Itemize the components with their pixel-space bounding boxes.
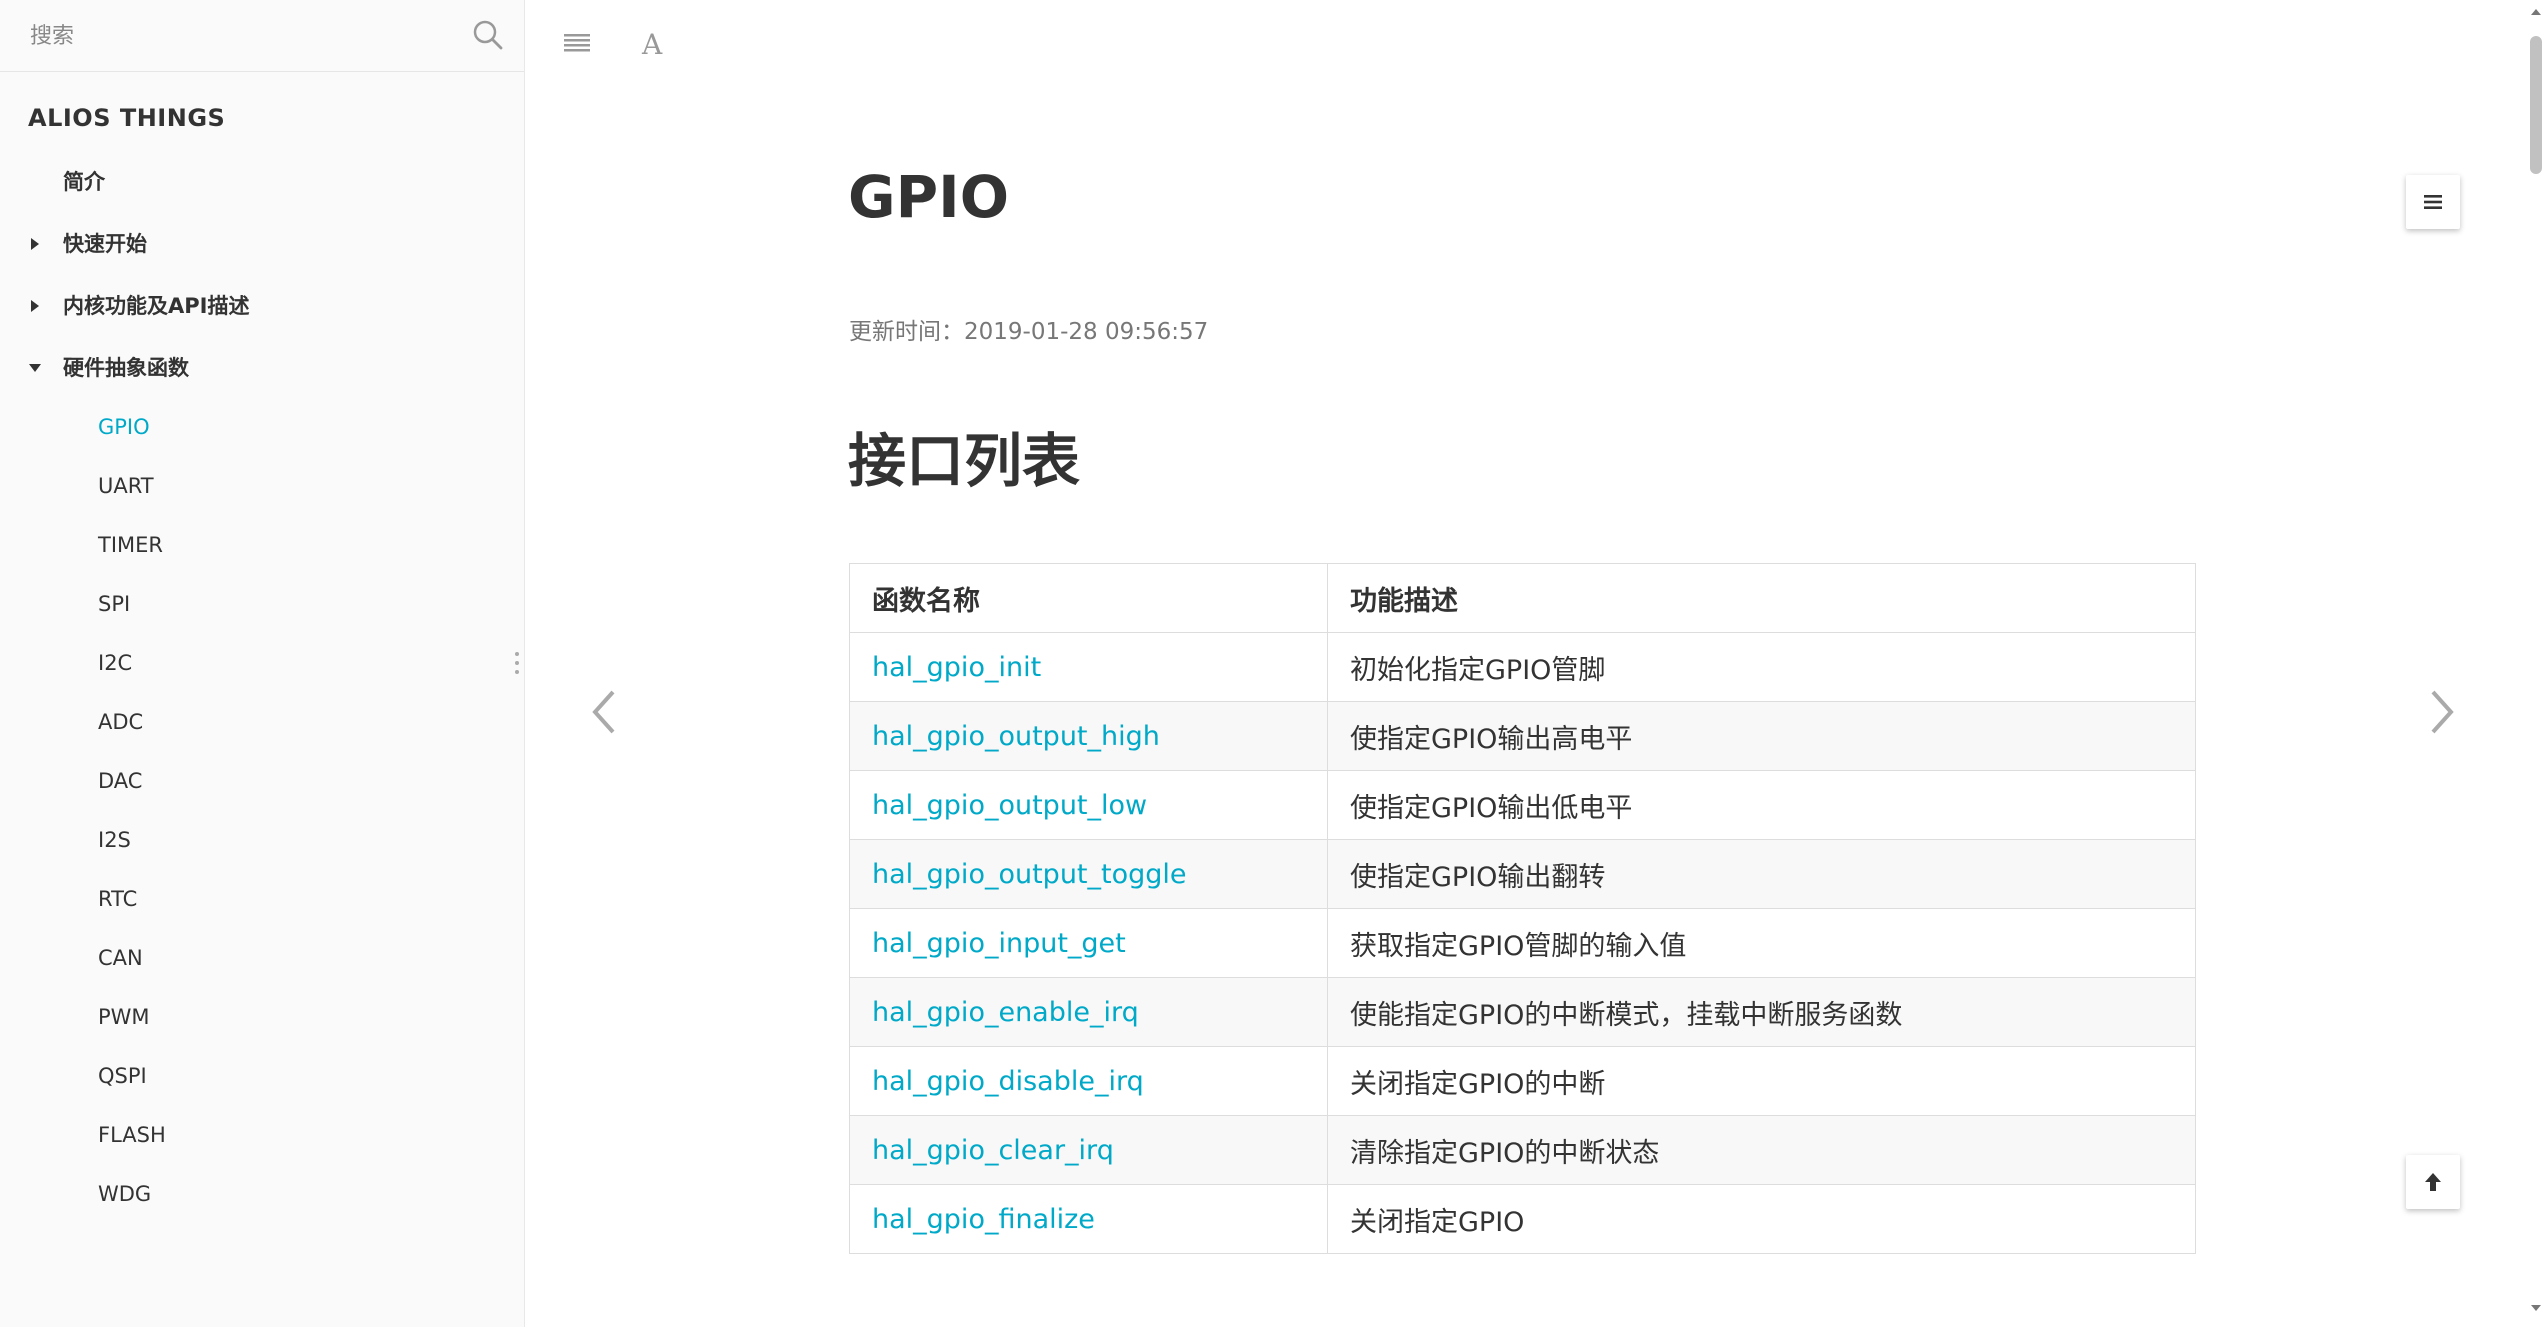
table-row: hal_gpio_init 初始化指定GPIO管脚 bbox=[849, 632, 2196, 702]
update-time: 更新时间：2019-01-28 09:56:57 bbox=[849, 319, 1209, 345]
sidebar-item-label: SPI bbox=[98, 592, 131, 616]
sidebar-item-label: 硬件抽象函数 bbox=[63, 356, 189, 380]
table-row: hal_gpio_clear_irq 清除指定GPIO的中断状态 bbox=[849, 1115, 2196, 1185]
sidebar-item-hal[interactable]: 硬件抽象函数 bbox=[0, 348, 520, 388]
page-title: GPIO bbox=[848, 163, 1010, 231]
font-size-icon[interactable]: A bbox=[637, 26, 671, 60]
sidebar-item-label: FLASH bbox=[98, 1123, 166, 1147]
api-desc: 使能指定GPIO的中断模式，挂载中断服务函数 bbox=[1327, 977, 2196, 1047]
api-link[interactable]: hal_gpio_disable_irq bbox=[872, 1066, 1144, 1097]
arrow-up-icon bbox=[2425, 1173, 2441, 1191]
api-link[interactable]: hal_gpio_output_high bbox=[872, 721, 1160, 752]
sidebar-item-label: RTC bbox=[98, 887, 138, 911]
scroll-down-icon[interactable] bbox=[2530, 1302, 2542, 1314]
sidebar-item-intro[interactable]: 简介 bbox=[0, 162, 520, 202]
sidebar-item-label: 简介 bbox=[63, 170, 105, 194]
sidebar-item-pwm[interactable]: PWM bbox=[0, 997, 520, 1037]
sidebar-item-dac[interactable]: DAC bbox=[0, 761, 520, 801]
api-link[interactable]: hal_gpio_output_low bbox=[872, 790, 1147, 821]
table-row: hal_gpio_finalize 关闭指定GPIO bbox=[849, 1184, 2196, 1254]
sidebar-item-label: TIMER bbox=[98, 533, 163, 557]
api-link[interactable]: hal_gpio_init bbox=[872, 652, 1041, 683]
column-header-name: 函数名称 bbox=[849, 563, 1328, 633]
api-table: 函数名称 功能描述 hal_gpio_init 初始化指定GPIO管脚 hal_g… bbox=[849, 563, 2196, 1254]
sidebar-item-gpio[interactable]: GPIO bbox=[0, 407, 520, 447]
scroll-thumb[interactable] bbox=[2530, 36, 2542, 174]
sidebar-item-quickstart[interactable]: 快速开始 bbox=[0, 224, 520, 264]
sidebar-item-spi[interactable]: SPI bbox=[0, 584, 520, 624]
api-desc: 使指定GPIO输出翻转 bbox=[1327, 839, 2196, 909]
scrollbar[interactable] bbox=[2525, 0, 2547, 1327]
sidebar-item-timer[interactable]: TIMER bbox=[0, 525, 520, 565]
toc-icon bbox=[2424, 195, 2442, 209]
search-icon[interactable] bbox=[472, 19, 504, 51]
svg-text:A: A bbox=[641, 28, 663, 60]
scroll-up-icon[interactable] bbox=[2530, 6, 2542, 18]
section-title: 接口列表 bbox=[848, 427, 1081, 495]
sidebar-item-label: 内核功能及API描述 bbox=[63, 294, 250, 318]
toc-button[interactable] bbox=[2406, 175, 2460, 229]
sidebar-item-label: PWM bbox=[98, 1005, 150, 1029]
api-desc: 使指定GPIO输出低电平 bbox=[1327, 770, 2196, 840]
sidebar-item-kernel-api[interactable]: 内核功能及API描述 bbox=[0, 286, 520, 326]
table-row: hal_gpio_input_get 获取指定GPIO管脚的输入值 bbox=[849, 908, 2196, 978]
sidebar-item-label: UART bbox=[98, 474, 154, 498]
api-link[interactable]: hal_gpio_output_toggle bbox=[872, 859, 1187, 890]
api-link[interactable]: hal_gpio_clear_irq bbox=[872, 1135, 1114, 1166]
column-header-desc: 功能描述 bbox=[1327, 563, 2196, 633]
back-to-top-button[interactable] bbox=[2406, 1155, 2460, 1209]
api-desc: 清除指定GPIO的中断状态 bbox=[1327, 1115, 2196, 1185]
sidebar-item-label: I2S bbox=[98, 828, 131, 852]
sidebar-item-label: I2C bbox=[98, 651, 133, 675]
caret-down-icon[interactable] bbox=[28, 361, 42, 375]
sidebar-item-label: WDG bbox=[98, 1182, 152, 1206]
table-row: hal_gpio_output_toggle 使指定GPIO输出翻转 bbox=[849, 839, 2196, 909]
table-header-row: 函数名称 功能描述 bbox=[849, 563, 2196, 633]
sidebar-item-flash[interactable]: FLASH bbox=[0, 1115, 520, 1155]
menu-icon[interactable] bbox=[560, 26, 594, 60]
api-link[interactable]: hal_gpio_input_get bbox=[872, 928, 1126, 959]
caret-right-icon[interactable] bbox=[28, 237, 42, 251]
table-row: hal_gpio_output_high 使指定GPIO输出高电平 bbox=[849, 701, 2196, 771]
sidebar-item-label: ADC bbox=[98, 710, 144, 734]
sidebar-item-qspi[interactable]: QSPI bbox=[0, 1056, 520, 1096]
sidebar-item-label: GPIO bbox=[98, 415, 150, 439]
sidebar-item-adc[interactable]: ADC bbox=[0, 702, 520, 742]
table-row: hal_gpio_output_low 使指定GPIO输出低电平 bbox=[849, 770, 2196, 840]
api-desc: 关闭指定GPIO bbox=[1327, 1184, 2196, 1254]
sidebar-item-can[interactable]: CAN bbox=[0, 938, 520, 978]
sidebar-item-i2c[interactable]: I2C bbox=[0, 643, 520, 683]
api-link[interactable]: hal_gpio_enable_irq bbox=[872, 997, 1139, 1028]
sidebar-item-label: DAC bbox=[98, 769, 143, 793]
sidebar-resize-handle[interactable] bbox=[514, 650, 520, 676]
search-bar bbox=[0, 0, 524, 72]
sidebar-item-uart[interactable]: UART bbox=[0, 466, 520, 506]
table-row: hal_gpio_disable_irq 关闭指定GPIO的中断 bbox=[849, 1046, 2196, 1116]
chevron-right-icon[interactable] bbox=[2421, 684, 2461, 740]
sidebar: ALIOS THINGS 简介 快速开始 内核功能及API描述 硬件抽象函数 G… bbox=[0, 0, 525, 1327]
sidebar-item-rtc[interactable]: RTC bbox=[0, 879, 520, 919]
sidebar-item-i2s[interactable]: I2S bbox=[0, 820, 520, 860]
chevron-left-icon[interactable] bbox=[585, 684, 625, 740]
sidebar-item-label: CAN bbox=[98, 946, 143, 970]
api-link[interactable]: hal_gpio_finalize bbox=[872, 1204, 1095, 1235]
sidebar-item-label: 快速开始 bbox=[63, 232, 147, 256]
api-desc: 初始化指定GPIO管脚 bbox=[1327, 632, 2196, 702]
table-row: hal_gpio_enable_irq 使能指定GPIO的中断模式，挂载中断服务函… bbox=[849, 977, 2196, 1047]
api-desc: 使指定GPIO输出高电平 bbox=[1327, 701, 2196, 771]
caret-right-icon[interactable] bbox=[28, 299, 42, 313]
search-input[interactable] bbox=[28, 0, 462, 72]
sidebar-item-wdg[interactable]: WDG bbox=[0, 1174, 520, 1214]
api-desc: 关闭指定GPIO的中断 bbox=[1327, 1046, 2196, 1116]
sidebar-item-label: QSPI bbox=[98, 1064, 147, 1088]
sidebar-brand[interactable]: ALIOS THINGS bbox=[28, 104, 225, 132]
api-desc: 获取指定GPIO管脚的输入值 bbox=[1327, 908, 2196, 978]
